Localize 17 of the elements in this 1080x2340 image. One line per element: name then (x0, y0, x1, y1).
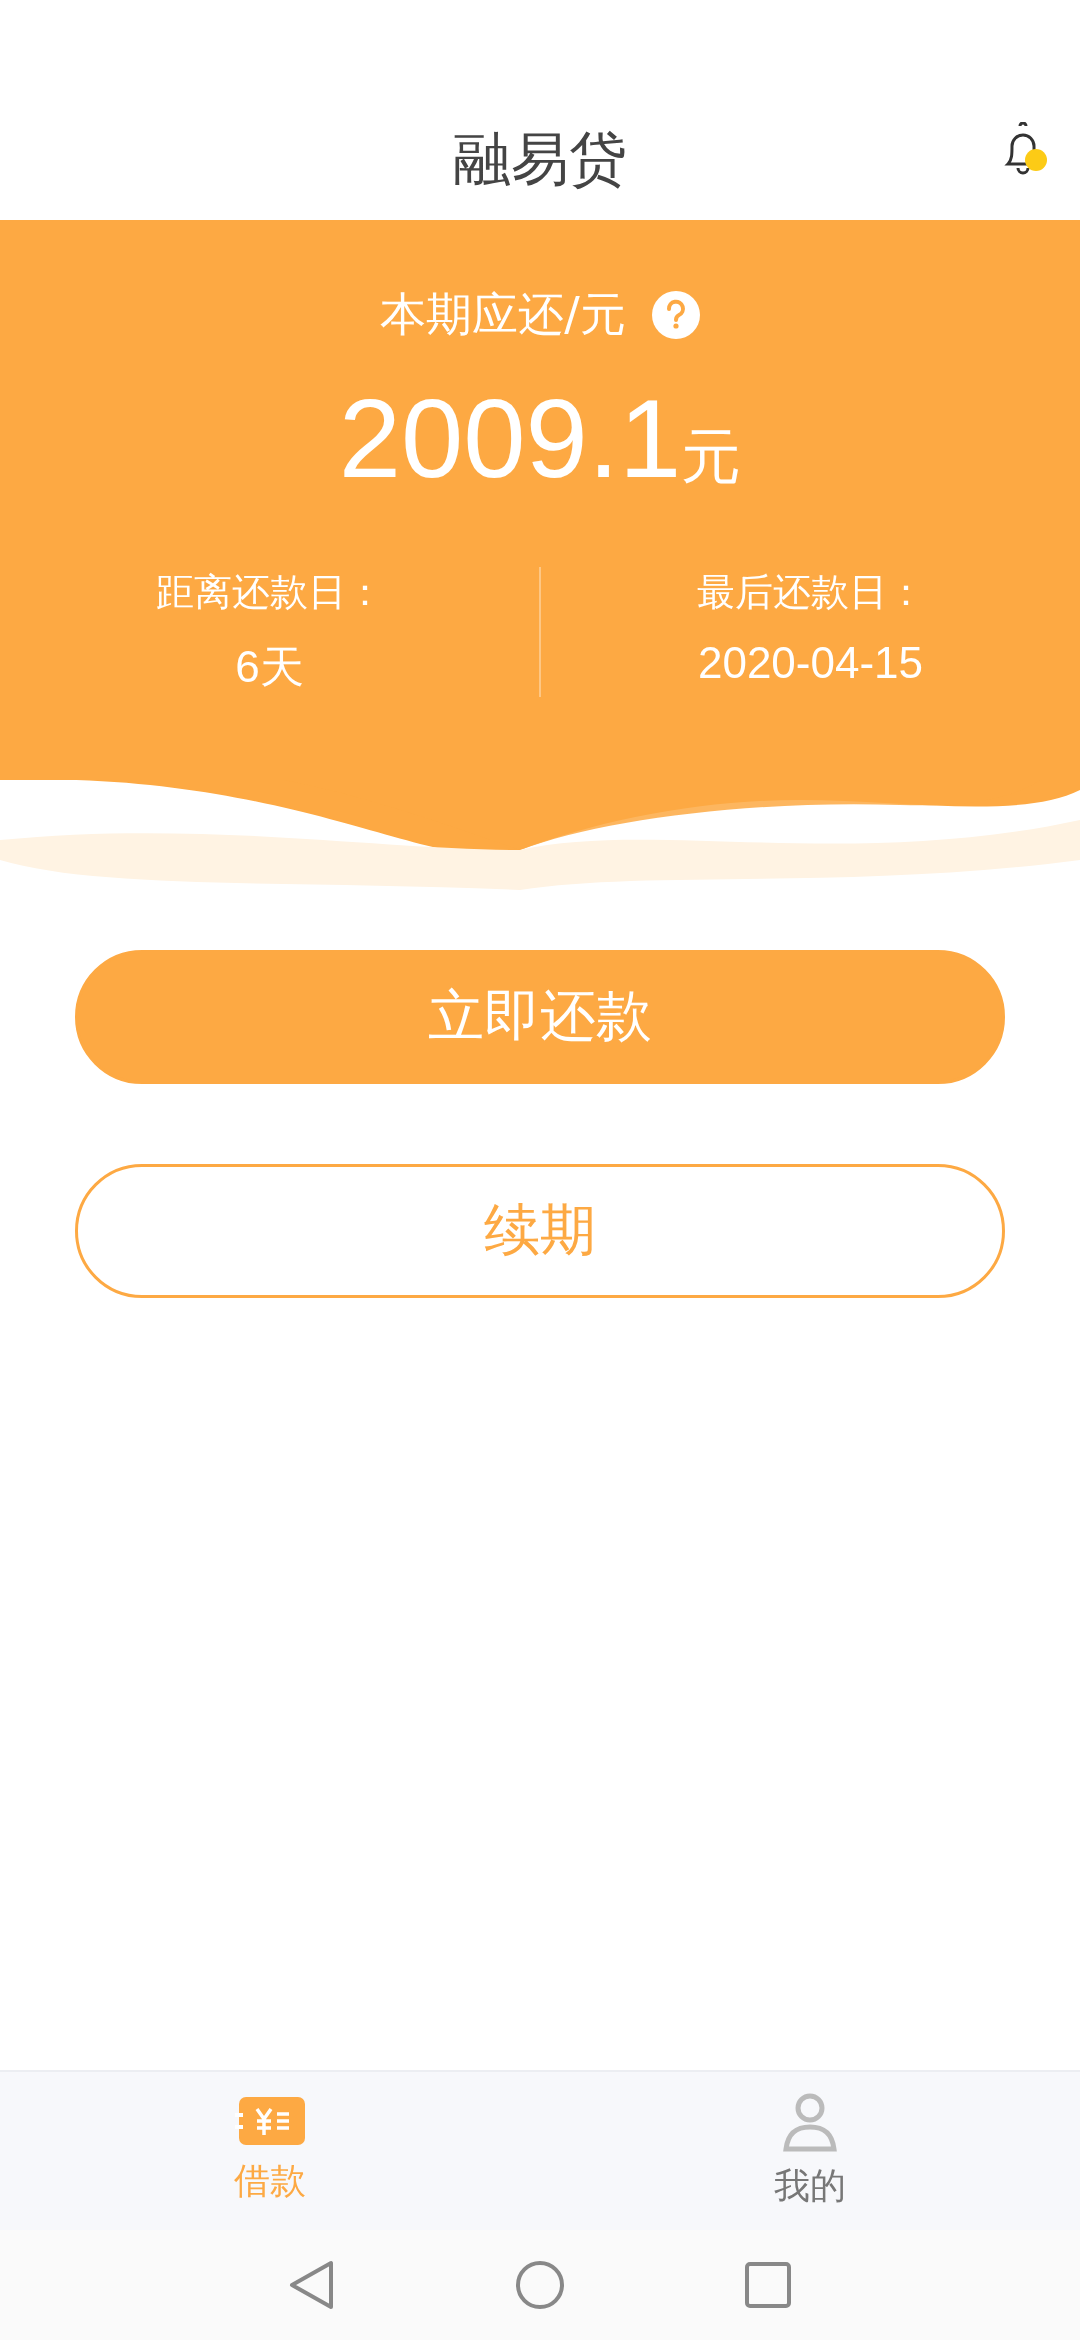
detail-value: 2020-04-15 (697, 638, 924, 688)
renew-button[interactable]: 续期 (75, 1164, 1005, 1298)
detail-value: 6天 (235, 641, 304, 693)
app-title: 融易贷 (453, 124, 627, 195)
help-icon[interactable] (651, 291, 700, 339)
person-icon (782, 2091, 838, 2152)
tab-item[interactable]: 借款 (0, 2072, 540, 2230)
detail-label: 距离还款日： (155, 569, 384, 616)
recents-icon[interactable] (745, 2262, 791, 2308)
wallet-icon (235, 2096, 305, 2147)
tab-item[interactable]: 我的 (540, 2072, 1080, 2230)
amount-label: 本期应还/元 (380, 286, 626, 343)
back-icon[interactable] (289, 2260, 335, 2310)
repay-button[interactable]: 立即还款 (75, 950, 1005, 1084)
detail-label: 最后还款日： (696, 569, 925, 616)
home-icon[interactable] (515, 2260, 565, 2310)
amount-due: 2009.1元 (338, 375, 742, 503)
